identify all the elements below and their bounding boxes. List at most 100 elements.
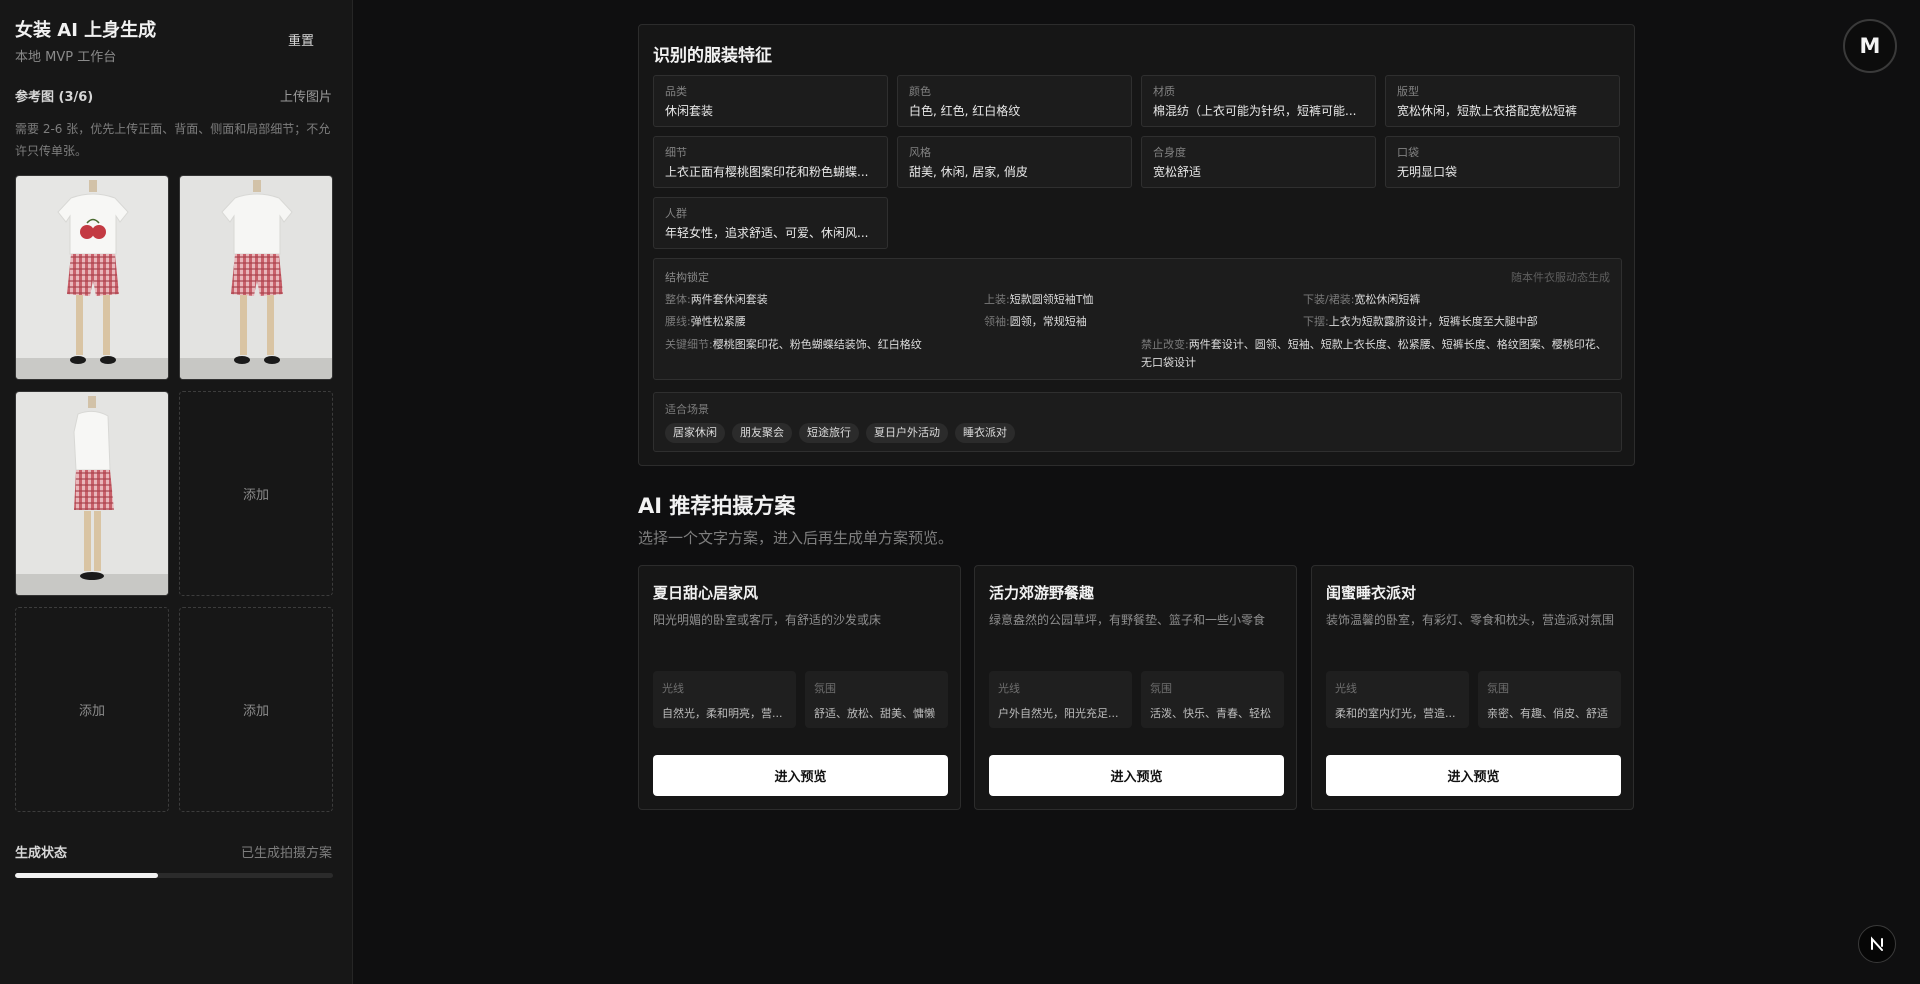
outfit-back-photo <box>180 176 332 379</box>
enter-preview-button[interactable]: 进入预览 <box>653 755 948 796</box>
structure-lock-panel: 结构锁定 随本件衣服动态生成 整体:两件套休闲套装 上装:短款圆领短袖T恤 下装… <box>653 258 1622 380</box>
plan-title: 闺蜜睡衣派对 <box>1326 584 1417 602</box>
enter-preview-button[interactable]: 进入预览 <box>1326 755 1621 796</box>
attribute-item: 口袋 无明显口袋 <box>1385 136 1620 188</box>
attribute-value: 休闲套装 <box>665 104 714 118</box>
recommended-plans-subtitle: 选择一个文字方案，进入后再生成单方案预览。 <box>638 529 954 547</box>
lighting-value: 自然光，柔和明亮，营... <box>662 707 783 720</box>
attribute-value: 棉混纺（上衣可能为针织，短裤可能... <box>1153 104 1357 118</box>
structure-lock-title: 结构锁定 <box>665 271 709 284</box>
reset-button[interactable]: 重置 <box>288 30 314 49</box>
attribute-value: 年轻女性，追求舒适、可爱、休闲风... <box>665 226 869 240</box>
suitable-scenes-title: 适合场景 <box>665 403 709 416</box>
reference-image-side[interactable] <box>15 391 169 596</box>
scene-tag[interactable]: 睡衣派对 <box>955 423 1015 443</box>
attribute-item: 风格甜美, 休闲, 居家, 俏皮 <box>897 136 1132 188</box>
scene-tag[interactable]: 居家休闲 <box>665 423 725 443</box>
reference-images-title: 参考图 (3/6) <box>15 90 94 105</box>
next-logo-icon[interactable] <box>1858 925 1896 963</box>
attribute-value: 甜美, 休闲, 居家, 俏皮 <box>909 165 1028 179</box>
lighting-label: 光线 <box>998 682 1020 695</box>
attribute-value: 宽松舒适 <box>1153 165 1202 179</box>
recommended-plans-title: AI 推荐拍摄方案 <box>638 494 796 518</box>
app-title: 女装 AI 上身生成 <box>15 20 157 41</box>
plan-card: 闺蜜睡衣派对装饰温馨的卧室，有彩灯、零食和枕头，营造派对氛围光线柔和的室内灯光，… <box>1311 565 1634 810</box>
progress-fill <box>15 873 159 878</box>
structure-waist: 腰线:弹性松紧腰 <box>665 315 746 328</box>
add-reference-slot[interactable]: 添加 <box>179 607 333 812</box>
plan-lighting: 光线自然光，柔和明亮，营... <box>653 671 796 728</box>
attribute-value: 白色, 红色, 红白格纹 <box>909 104 1021 118</box>
attribute-label: 风格 <box>909 146 931 159</box>
app-subtitle: 本地 MVP 工作台 <box>15 50 117 65</box>
add-reference-slot[interactable]: 添加 <box>15 607 169 812</box>
generation-status-title: 生成状态 <box>15 846 68 861</box>
attribute-item: 颜色白色, 红色, 红白格纹 <box>897 75 1132 127</box>
reference-hint: 需要 2-6 张，优先上传正面、背面、侧面和局部细节；不允许只传单张。 <box>15 122 331 158</box>
plan-title: 夏日甜心居家风 <box>653 584 759 602</box>
suitable-scenes-panel: 适合场景 居家休闲 朋友聚会 短途旅行 夏日户外活动 睡衣派对 <box>653 392 1622 452</box>
mood-value: 舒适、放松、甜美、慵懒 <box>814 707 935 720</box>
attribute-item: 版型宽松休闲，短款上衣搭配宽松短裤 <box>1385 75 1620 127</box>
enter-preview-button[interactable]: 进入预览 <box>989 755 1284 796</box>
attribute-item: 细节上衣正面有樱桃图案印花和粉色蝴蝶... <box>653 136 888 188</box>
plan-mood: 氛围 亲密、有趣、俏皮、舒适 <box>1478 671 1621 728</box>
reference-image-back[interactable] <box>179 175 333 380</box>
add-reference-slot[interactable]: 添加 <box>179 391 333 596</box>
attribute-value: 无明显口袋 <box>1397 165 1458 179</box>
reference-image-front[interactable] <box>15 175 169 380</box>
attribute-item: 品类 休闲套装 <box>653 75 888 127</box>
n-logo-icon <box>1871 936 1883 951</box>
reference-image-grid: 添加 添加 添加 <box>15 175 333 812</box>
lighting-value: 户外自然光，阳光充足... <box>998 707 1119 720</box>
mood-label: 氛围 <box>814 682 836 695</box>
attribute-label: 版型 <box>1397 85 1419 98</box>
plan-lighting: 光线户外自然光，阳光充足... <box>989 671 1132 728</box>
structure-bottom: 下装/裙装:宽松休闲短裤 <box>1303 293 1421 306</box>
sidebar: 女装 AI 上身生成 本地 MVP 工作台 重置 参考图 (3/6) 上传图片 … <box>0 0 353 984</box>
plan-lighting: 光线柔和的室内灯光，营造... <box>1326 671 1469 728</box>
lighting-value: 柔和的室内灯光，营造... <box>1335 707 1456 720</box>
user-avatar[interactable]: M <box>1843 19 1897 73</box>
outfit-front-photo <box>16 176 168 379</box>
lighting-label: 光线 <box>1335 682 1357 695</box>
attribute-value: 上衣正面有樱桃图案印花和粉色蝴蝶... <box>665 165 869 179</box>
structure-whole: 整体:两件套休闲套装 <box>665 293 768 306</box>
scene-tag[interactable]: 朋友聚会 <box>732 423 792 443</box>
attribute-item: 材质棉混纺（上衣可能为针织，短裤可能... <box>1141 75 1376 127</box>
structure-collar: 领袖:圆领，常规短袖 <box>984 315 1087 328</box>
scene-tag-list: 居家休闲 朋友聚会 短途旅行 夏日户外活动 睡衣派对 <box>665 423 1015 443</box>
attribute-value: 宽松休闲，短款上衣搭配宽松短裤 <box>1397 104 1578 118</box>
upload-images-button[interactable]: 上传图片 <box>280 86 332 105</box>
attribute-label: 细节 <box>665 146 687 159</box>
attribute-label: 材质 <box>1153 85 1175 98</box>
attribute-label: 颜色 <box>909 85 931 98</box>
structure-key-details: 关键细节:樱桃图案印花、粉色蝴蝶结装饰、红白格纹 <box>665 338 922 351</box>
attribute-item: 合身度 宽松舒适 <box>1141 136 1376 188</box>
features-title: 识别的服装特征 <box>653 46 772 66</box>
plan-card: 夏日甜心居家风阳光明媚的卧室或客厅，有舒适的沙发或床光线自然光，柔和明亮，营..… <box>638 565 961 810</box>
structure-top: 上装:短款圆领短袖T恤 <box>984 293 1094 306</box>
plan-card: 活力郊游野餐趣绿意盎然的公园草坪，有野餐垫、篮子和一些小零食光线户外自然光，阳光… <box>974 565 1297 810</box>
attribute-label: 口袋 <box>1397 146 1419 159</box>
lighting-label: 光线 <box>662 682 684 695</box>
generation-progress-bar <box>15 873 333 878</box>
plan-mood: 氛围舒适、放松、甜美、慵懒 <box>805 671 948 728</box>
generation-status-text: 已生成拍摄方案 <box>240 846 332 861</box>
plan-description: 阳光明媚的卧室或客厅，有舒适的沙发或床 <box>653 613 882 627</box>
plan-description: 装饰温馨的卧室，有彩灯、零食和枕头，营造派对氛围 <box>1326 613 1615 627</box>
mood-value: 亲密、有趣、俏皮、舒适 <box>1487 707 1608 720</box>
attribute-label: 人群 <box>665 207 687 220</box>
attribute-label: 品类 <box>665 85 687 98</box>
structure-lock-note: 随本件衣服动态生成 <box>1511 271 1610 284</box>
plan-description: 绿意盎然的公园草坪，有野餐垫、篮子和一些小零食 <box>989 613 1266 627</box>
attribute-label: 合身度 <box>1153 146 1186 159</box>
attribute-item: 人群年轻女性，追求舒适、可爱、休闲风... <box>653 197 888 249</box>
plan-title: 活力郊游野餐趣 <box>989 584 1095 602</box>
outfit-side-photo <box>16 392 168 595</box>
attribute-grid: 品类 休闲套装 颜色 白色, 红色, 红白格纹 材质 棉混纺（上衣可能为针织，短裤可能..… <box>653 75 1622 249</box>
scene-tag[interactable]: 短途旅行 <box>799 423 859 443</box>
scene-tag[interactable]: 夏日户外活动 <box>866 423 948 443</box>
structure-hem: 下摆:上衣为短款露脐设计，短裤长度至大腿中部 <box>1303 315 1538 328</box>
mood-value: 活泼、快乐、青春、轻松 <box>1150 707 1271 720</box>
